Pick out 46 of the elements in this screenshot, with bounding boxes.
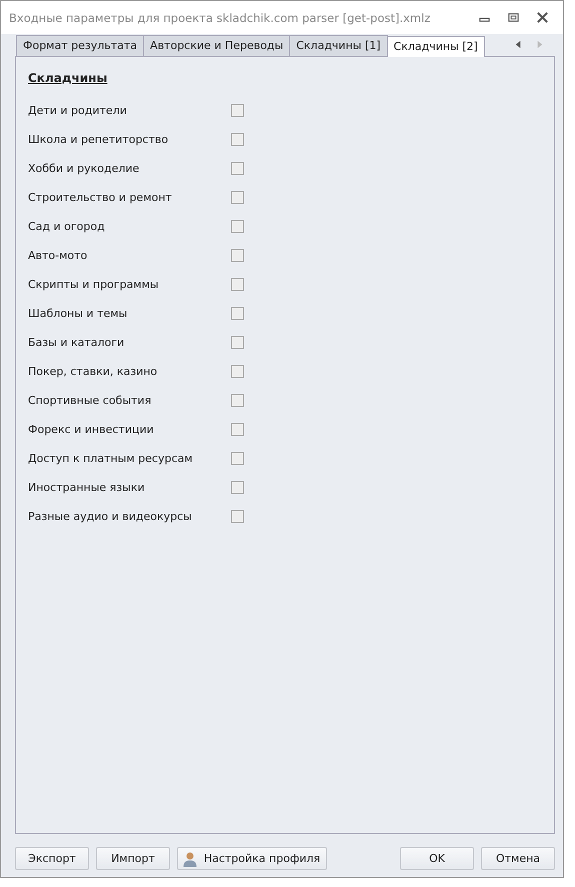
checkbox[interactable] — [231, 133, 244, 146]
tab[interactable]: Складчины [2] — [386, 36, 485, 57]
checkbox[interactable] — [231, 510, 244, 523]
dialog-button[interactable]: OK — [400, 847, 474, 870]
option-label: Скрипты и программы — [28, 278, 160, 291]
option-label: Доступ к платным ресурсам — [28, 452, 194, 465]
checkbox[interactable] — [231, 162, 244, 175]
checkbox[interactable] — [231, 423, 244, 436]
option-label: Сад и огород — [28, 220, 106, 233]
tab[interactable]: Формат результата — [16, 35, 144, 56]
checkbox[interactable] — [231, 307, 244, 320]
option-label: Иностранные языки — [28, 481, 146, 494]
checkbox[interactable] — [231, 394, 244, 407]
dialog-button[interactable]: Импорт — [96, 847, 170, 870]
checkbox[interactable] — [231, 220, 244, 233]
window-title: Входные параметры для проекта skladchik.com parser [get-post].xmlz — [9, 10, 432, 24]
option-label: Строительство и ремонт — [28, 191, 173, 204]
close-icon[interactable] — [536, 11, 549, 24]
section-title: Складчины — [28, 71, 108, 85]
user-icon — [182, 850, 198, 866]
checkbox[interactable] — [231, 336, 244, 349]
checkbox[interactable] — [231, 452, 244, 465]
maximize-icon[interactable] — [507, 11, 520, 24]
option-label: Покер, ставки, казино — [28, 365, 158, 378]
scroll-left-icon[interactable] — [514, 40, 523, 49]
option-label: Форекс и инвестиции — [28, 423, 155, 436]
option-label: Базы и каталоги — [28, 336, 126, 349]
tab[interactable]: Авторские и Переводы — [143, 35, 290, 56]
checkbox[interactable] — [231, 104, 244, 117]
checkbox[interactable] — [231, 278, 244, 291]
dialog-button[interactable]: Отмена — [481, 847, 555, 870]
option-label: Спортивные события — [28, 394, 152, 407]
checkbox[interactable] — [231, 191, 244, 204]
checkbox[interactable] — [231, 249, 244, 262]
option-label: Авто-мото — [28, 249, 88, 262]
checkbox[interactable] — [231, 481, 244, 494]
option-label: Школа и репетиторство — [28, 133, 170, 146]
tab[interactable]: Складчины [1] — [289, 35, 388, 56]
option-label: Дети и родители — [28, 104, 128, 117]
dialog-button[interactable]: Экспорт — [15, 847, 89, 870]
option-label: Шаблоны и темы — [28, 307, 128, 320]
option-label: Разные аудио и видеокурсы — [28, 510, 193, 523]
checkbox[interactable] — [231, 365, 244, 378]
profile-settings-button[interactable]: Настройка профиля — [177, 847, 327, 870]
scroll-right-icon[interactable] — [535, 40, 544, 49]
option-label: Хобби и рукоделие — [28, 162, 140, 175]
